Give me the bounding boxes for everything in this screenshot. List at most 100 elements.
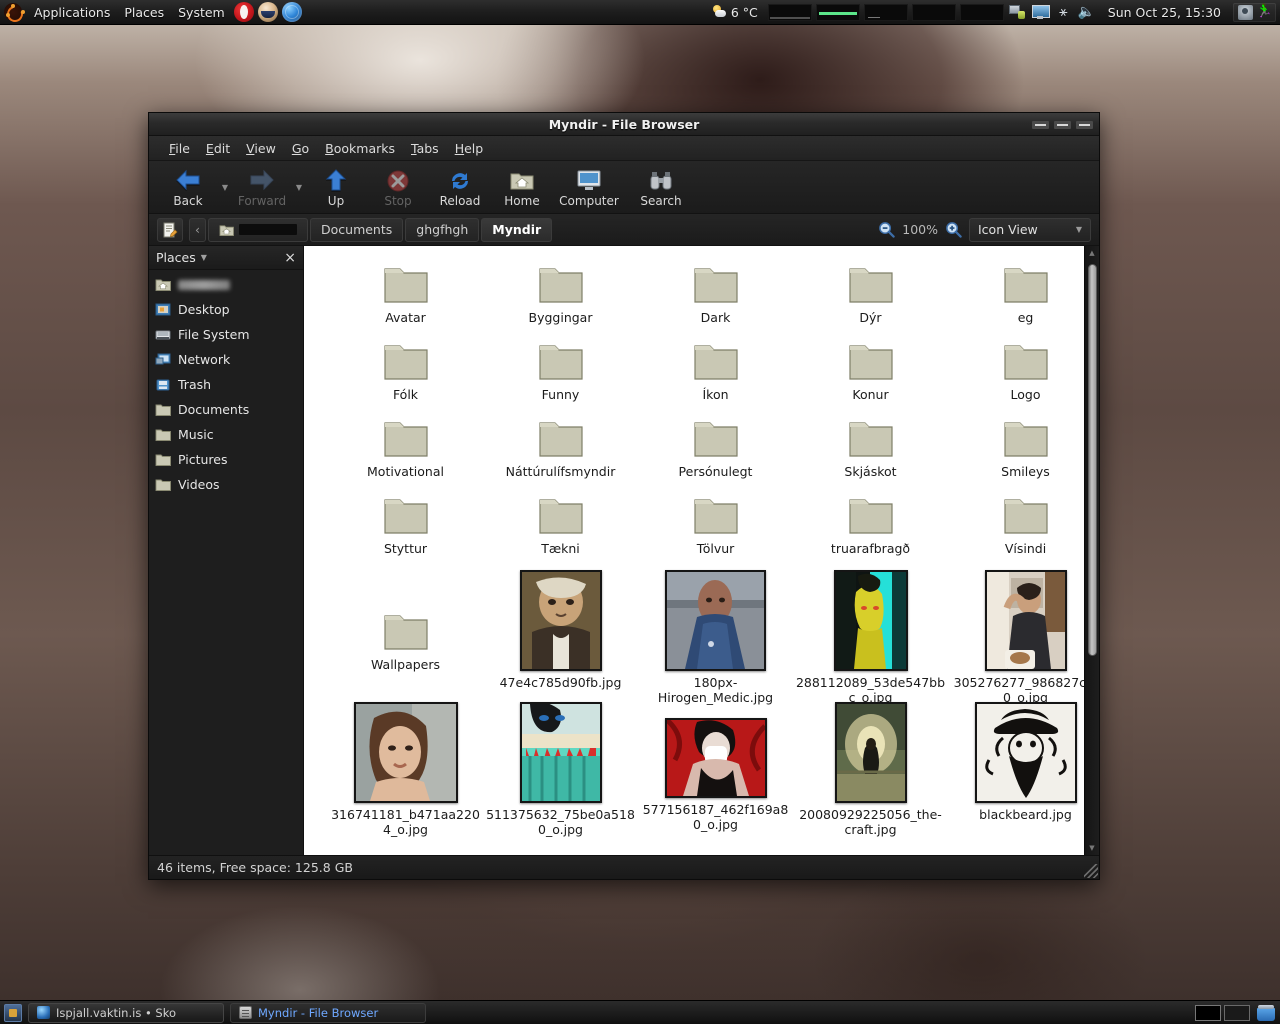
file-item[interactable]: Smileys	[948, 414, 1099, 491]
computer-button[interactable]: Computer	[553, 162, 625, 212]
view-mode-select[interactable]: Icon View ▼	[969, 218, 1091, 242]
file-item[interactable]: Skjáskot	[793, 414, 948, 491]
menu-bookmarks[interactable]: Bookmarks	[317, 138, 403, 159]
file-item[interactable]: Avatar	[328, 260, 483, 337]
swap-monitor-graph[interactable]	[912, 4, 956, 21]
file-item[interactable]: Íkon	[638, 337, 793, 414]
reload-button[interactable]: Reload	[429, 162, 491, 212]
menu-help[interactable]: Help	[447, 138, 492, 159]
menu-tabs[interactable]: Tabs	[403, 138, 447, 159]
resize-grip[interactable]	[1084, 864, 1098, 878]
bluetooth-icon[interactable]: ⚹	[1054, 3, 1073, 21]
chevron-down-icon[interactable]: ▼	[201, 253, 207, 262]
breadcrumb-ghgfhgh[interactable]: ghgfhgh	[405, 218, 479, 242]
breadcrumb-documents[interactable]: Documents	[310, 218, 403, 242]
file-item[interactable]: 180px-Hirogen_Medic.jpg	[638, 568, 793, 700]
workspace-2[interactable]	[1224, 1005, 1250, 1021]
sidebar-close-icon[interactable]: ×	[284, 251, 296, 265]
stop-button[interactable]: Stop	[367, 162, 429, 212]
home-button[interactable]: Home	[491, 162, 553, 212]
menu-view[interactable]: View	[238, 138, 284, 159]
network-icon[interactable]	[1008, 3, 1027, 21]
back-dropdown-arrow-icon[interactable]: ▼	[219, 162, 231, 212]
forward-button[interactable]: Forward	[231, 162, 293, 212]
up-button[interactable]: Up	[305, 162, 367, 212]
taskbar-button-browser[interactable]: Ispjall.vaktin.is • Sko	[28, 1003, 224, 1023]
sidebar-item-file-system[interactable]: File System	[149, 322, 303, 347]
back-button[interactable]: Back	[157, 162, 219, 212]
volume-icon[interactable]: 🔈	[1077, 3, 1096, 21]
pidgin-icon[interactable]	[258, 2, 278, 22]
taskbar-button-file-browser[interactable]: Myndir - File Browser	[230, 1003, 426, 1023]
maximize-button[interactable]	[1054, 121, 1071, 129]
panel-menu-applications[interactable]: Applications	[27, 2, 117, 23]
file-item[interactable]: Náttúrulífsmyndir	[483, 414, 638, 491]
file-item[interactable]: 20080929225056_the-craft.jpg	[793, 700, 948, 832]
weather-applet[interactable]: 6 °C	[706, 5, 764, 20]
window-titlebar[interactable]: Myndir - File Browser	[149, 113, 1099, 136]
file-item[interactable]: Persónulegt	[638, 414, 793, 491]
file-item[interactable]: Vísindi	[948, 491, 1099, 568]
file-item[interactable]: 47e4c785d90fb.jpg	[483, 568, 638, 700]
sidebar-item-music[interactable]: Music	[149, 422, 303, 447]
file-item[interactable]: Dark	[638, 260, 793, 337]
file-item[interactable]: Konur	[793, 337, 948, 414]
monitor-icon[interactable]	[1031, 3, 1050, 21]
file-item[interactable]: Wallpapers	[328, 568, 483, 700]
forward-dropdown-arrow-icon[interactable]: ▼	[293, 162, 305, 212]
menu-go[interactable]: Go	[284, 138, 317, 159]
workspace-1[interactable]	[1195, 1005, 1221, 1021]
network-monitor-graph[interactable]	[768, 4, 812, 21]
file-item[interactable]: Styttur	[328, 491, 483, 568]
workspace-switcher[interactable]	[1195, 1005, 1250, 1021]
memory-monitor-graph[interactable]	[816, 4, 860, 21]
file-item[interactable]: Fólk	[328, 337, 483, 414]
file-item[interactable]: eg	[948, 260, 1099, 337]
scrollbar-track[interactable]	[1085, 260, 1100, 841]
file-item[interactable]: 288112089_53de547bbc_o.jpg	[793, 568, 948, 700]
sidebar-item-documents[interactable]: Documents	[149, 397, 303, 422]
scrollbar-thumb[interactable]	[1088, 264, 1097, 656]
opera-icon[interactable]	[234, 2, 254, 22]
sidebar-item-trash[interactable]: Trash	[149, 372, 303, 397]
file-item[interactable]: Logo	[948, 337, 1099, 414]
zoom-out-icon[interactable]	[878, 221, 895, 238]
workspace-runner-icon[interactable]	[1256, 5, 1271, 20]
scroll-up-arrow-icon[interactable]: ▲	[1085, 246, 1100, 260]
file-item[interactable]: 511375632_75be0a5180_o.jpg	[483, 700, 638, 832]
file-item[interactable]: Tækni	[483, 491, 638, 568]
show-desktop-icon[interactable]	[4, 1004, 22, 1022]
clock-applet[interactable]: Sun Oct 25, 15:30	[1100, 5, 1229, 20]
search-button[interactable]: Search	[625, 162, 697, 212]
sidebar-item-videos[interactable]: Videos	[149, 472, 303, 497]
file-item[interactable]: 316741181_b471aa2204_o.jpg	[328, 700, 483, 832]
breadcrumb-myndir[interactable]: Myndir	[481, 218, 552, 242]
file-item[interactable]: Motivational	[328, 414, 483, 491]
sidebar-item-desktop[interactable]: Desktop	[149, 297, 303, 322]
globe-icon[interactable]	[282, 2, 302, 22]
trash-icon[interactable]	[1256, 1004, 1276, 1022]
cpu-monitor-graph[interactable]	[864, 4, 908, 21]
breadcrumb-overflow-button[interactable]: ‹	[189, 218, 206, 242]
scroll-down-arrow-icon[interactable]: ▼	[1085, 841, 1100, 855]
icon-view[interactable]: Avatar Byggingar Dark Dýr eg	[304, 246, 1099, 855]
breadcrumb-home[interactable]	[208, 218, 308, 242]
file-item[interactable]: 577156187_462f169a80_o.jpg	[638, 700, 793, 832]
file-item[interactable]: blackbeard.jpg	[948, 700, 1099, 832]
panel-menu-places[interactable]: Places	[117, 2, 171, 23]
vertical-scrollbar[interactable]: ▲ ▼	[1084, 246, 1099, 855]
sidebar-item-home[interactable]	[149, 272, 303, 297]
minimize-button[interactable]	[1032, 121, 1049, 129]
close-button[interactable]	[1076, 121, 1093, 129]
ubuntu-logo-icon[interactable]	[4, 3, 22, 21]
toggle-location-entry-button[interactable]	[157, 218, 183, 242]
file-item[interactable]: Byggingar	[483, 260, 638, 337]
file-item[interactable]: 305276277_986827cfc0_o.jpg	[948, 568, 1099, 700]
menu-file[interactable]: File	[161, 138, 198, 159]
load-monitor-graph[interactable]	[960, 4, 1004, 21]
file-item[interactable]: truarafbragð	[793, 491, 948, 568]
file-item[interactable]: Funny	[483, 337, 638, 414]
panel-menu-system[interactable]: System	[171, 2, 232, 23]
file-item[interactable]: Tölvur	[638, 491, 793, 568]
sidebar-item-pictures[interactable]: Pictures	[149, 447, 303, 472]
